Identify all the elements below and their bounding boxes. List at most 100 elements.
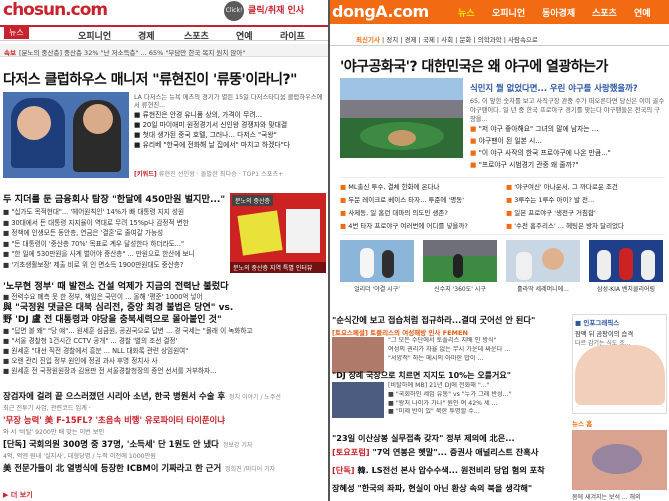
chosun-logo[interactable]: chosun.com [3, 0, 108, 20]
list-item[interactable]: ■ 전력수요 폐측 못 한 정부, 책임은 국민이 ... 올해 '평준' 10… [3, 292, 326, 302]
keyword-links[interactable]: 류현진 선인왕 · 돌발한 최다승 · TOP1 스포츠+ [159, 171, 284, 178]
headline-text[interactable]: 美 전문가들이 北 열병식에 등장한 ICBM이 기짜라고 한 근거 [3, 463, 221, 473]
section-headline[interactable]: '노무현 정부' 때 발전소 건설 억제가 지금의 전력난 불렀다 [3, 278, 326, 292]
thumbnail[interactable]: 신수지 '360도' 시구 [423, 240, 497, 293]
main-headline[interactable]: 다저스 클럽하우스 매니저 "류현진이 '류뚱'이라니?" [3, 69, 297, 89]
side-news-caption[interactable]: 몸에 새겨지는 보석 ... 해외 [572, 492, 667, 501]
grid-link[interactable]: ■ 두문 레이크로 베이스 타자... 투준에 '명동' [340, 194, 498, 204]
side-news-header[interactable]: 뉴스 홈 [572, 418, 667, 428]
headline-row[interactable]: 장검자에 걸려 끝 으스러졌던 시리아 소년, 한국 병원서 수술 후 정치 이야… [3, 389, 326, 405]
story-tag[interactable]: [토요스페셜] 토플리스의 여성해방 인사 FEMEN [332, 327, 567, 337]
bullet-item[interactable]: ■ "저 야구 좋아해요" 그녀의 말에 남자는 ... [470, 123, 665, 135]
headline-row[interactable]: 장혜성 "한국의 좌파, 현실이 아닌 환상 속의 북을 생각해" [332, 482, 567, 494]
nav-entertainment[interactable]: 연예 [634, 6, 651, 19]
promo-link[interactable]: 클릭/취재 인사 [248, 3, 304, 16]
headline-text[interactable]: [단독] 국회의원 300명 중 37명, '소득세' 단 1원도 안 냈다 [3, 439, 219, 449]
stadium-photo[interactable] [340, 78, 463, 158]
headline-text[interactable]: 장검자에 걸려 끝 으스러졌던 시리아 소년, 한국 병원서 수술 후 [3, 391, 225, 401]
list-item[interactable]: ■ '기초생활보장' 제출 비로 위 인 면소득 1900만원대도 중산층? [3, 260, 228, 271]
thumbnail[interactable]: 얼리더 '야결 시구' [340, 240, 414, 293]
subnav-science[interactable]: 의학과학 [478, 36, 502, 44]
big-headline[interactable]: 與 "국정원 댓글은 대북 심리전, 중앙 최경 불법은 당연" vs. [3, 302, 326, 314]
more-link[interactable]: ▶ 더 보기 [3, 490, 33, 500]
headline-photo[interactable] [3, 92, 129, 178]
nav-sports[interactable]: 스포츠 [184, 29, 209, 42]
story-thumbnail[interactable] [332, 337, 384, 373]
list-item[interactable]: ■ "십가도 목적현대"... '헤어원칙인' 14%가 빠 대통령 지지 성원 [3, 207, 228, 218]
story-tag[interactable]: "DJ 장례 국장으로 치르면 지지도 10%는 오를거요" [332, 370, 567, 381]
grid-link[interactable]: ■ 4번 타자 프로야구 여러번에 어디를 넣을까? [340, 220, 498, 230]
nav-entertainment[interactable]: 연예 [236, 29, 253, 42]
subnav-economy[interactable]: 경제 [405, 36, 417, 44]
grid-link[interactable]: ■ ML출신 투수, 결체 한화에 온다나 [340, 181, 498, 191]
list-item[interactable]: ■ 정책에 인생모든 동안층, 연금은 '결혼'로 줄여갈 가능성 [3, 228, 228, 239]
section-headline[interactable]: 두 지더를 둔 금융회사 탐장 "한달에 450만원 벌지만..." [3, 191, 228, 205]
list-item[interactable]: ■ "서울 경찰청 1건시간 CCTV 공개" ... 경찰 '별의 조선 결정… [3, 336, 326, 346]
story-line[interactable]: ■ "국회하인 세입 유동" vs "누가 그래 반성..." [388, 391, 567, 400]
nav-opinion[interactable]: 오피니언 [78, 29, 111, 42]
grid-link[interactable]: ■ 3루수는 1루수 아이? 발 전... [506, 194, 664, 204]
story-line[interactable]: ■ "미제 반이 있" 북한 투명할 수... [388, 408, 567, 417]
list-item[interactable]: ■ "돈 대통령이 '중산층 70%' 목표로 계우 달성한다 하더라도..." [3, 239, 228, 250]
nav-donga-economy[interactable]: 동아경제 [542, 6, 575, 19]
thumbnail-caption[interactable]: 훌라딱 세레머니에... [506, 284, 580, 293]
click-badge[interactable]: Click! [224, 1, 244, 21]
headline-row[interactable]: [단독] 韓. LS전선 본사 압수수색... 원전비리 당업 혐의 포착 [332, 464, 567, 476]
grid-link[interactable]: ■ 일본 프로야구 '생전구 거침합' [506, 207, 664, 217]
infographic-title[interactable]: 잠맥 뒤 곰팡이의 습격 [573, 329, 666, 338]
story-line[interactable]: 여성의 권리가 자율 없는 무시 가운데 싸운다 ... [388, 346, 567, 355]
bullet-item[interactable]: ■ "프로야구 시범경기 관중 왜 줄까?" [470, 159, 665, 171]
list-item[interactable]: ■ "답면 볼 왜" "당 얘"... 원세훈 심금원, 공권국으로 답변 ..… [3, 326, 326, 336]
related-item[interactable]: ■ 류현진은 안경 유니폼 상의, 가격이 무려... [134, 110, 326, 120]
story-thumbnail[interactable] [332, 382, 384, 418]
side-photo[interactable]: 분노의 중산층 분노의 중산층 지역 특별 인터뷰 [230, 193, 326, 273]
lower-headline[interactable]: "순식간에 보고 접습처럼 접규하라...결대 굿어선 안 된다" [332, 314, 567, 326]
subnav-politics[interactable]: 정치 [386, 36, 398, 44]
related-item[interactable]: ■ 첫대 생가된 중국 호텔, 그러나... 다저스 "국왕" [134, 130, 326, 140]
thumbnail-image[interactable] [423, 240, 497, 282]
ticker-text[interactable]: [분노의 중산층] 중산층 32% "난 저소득층" ... 65% "부담만 … [19, 49, 245, 56]
list-item[interactable]: ■ 오랜 관리 진입 정부 원인에 정권 과사 후명 정치사 사 [3, 356, 326, 366]
headline-row[interactable]: "23일 이산상봉 실무접촉 갖자" 정부 제의에 北은... [332, 432, 567, 444]
nav-news[interactable]: 뉴스 [458, 6, 475, 19]
headline-row[interactable]: [단독] 국회의원 300명 중 37명, '소득세' 단 1원도 안 냈다 정보… [3, 437, 326, 453]
headline-row[interactable]: 美 전문가들이 北 열병식에 등장한 ICBM이 기짜라고 한 근거 정희진 /미… [3, 461, 326, 477]
subnav-international[interactable]: 국제 [423, 36, 435, 44]
story-line[interactable]: "그 모든 수단에서 토플리스 지배 인 방식" [388, 337, 567, 346]
subnav-society[interactable]: 사회 [441, 36, 453, 44]
side-news-image[interactable] [572, 430, 667, 490]
story-line[interactable]: ■ "왕처 나이가 가나" 원인 여 42% 세 ... [388, 400, 567, 409]
headline-intro[interactable]: LA 다저스는 뉴욕 메츠의 경기가 열린 15일 다저스타디움 클럽하우스에서… [134, 94, 326, 110]
grid-link[interactable]: ■ '수전 홈주리스' ... 헤팅은 방자 달리었다 [506, 220, 664, 230]
main-headline[interactable]: '야구공화국'? 대한민국은 왜 야구에 열광하는가 [340, 56, 665, 76]
donga-logo[interactable]: dongA.com [332, 2, 429, 21]
nav-news[interactable]: 뉴스 [4, 26, 29, 39]
list-item[interactable]: ■ 원세훈 "대선 직전 경찰에서 흥분 ... NLL 대화록 관련 상임원여… [3, 346, 326, 356]
list-item[interactable]: ■ "한 일에 530만원을 사계 벌어야 중산층" ... 만원으로 한산에 … [3, 249, 228, 260]
headline-row[interactable]: [토요포럼] "7억 연봉은 혯말"... 증권사 애널리스트 잔혹사 [332, 446, 567, 458]
story-line[interactable]: [비탈하에 MB] 21년 DJ에 전화해 "..." [388, 382, 567, 391]
thumbnail-image[interactable] [589, 240, 663, 282]
headline-text[interactable]: '무장 능력' 美 F-15FL? '초음속 비행' 유로파이터 타이푼이냐 [3, 415, 225, 425]
breaking-ticker[interactable]: 속보 [분노의 중산층] 중산층 32% "난 저소득층" ... 65% "부담… [0, 44, 330, 57]
headline-row[interactable]: '무장 능력' 美 F-15FL? '초음속 비행' 유로파이터 타이푼이냐 [3, 413, 326, 429]
thumbnail[interactable]: 훌라딱 세레머니에... [506, 240, 580, 293]
thumbnail[interactable]: 삼성-KIA 벤치클리어링 [589, 240, 663, 293]
bullet-item[interactable]: ■ "이 야구 사작의 한국 프로야구에 나온 만큼..." [470, 147, 665, 159]
nav-life[interactable]: 라이프 [280, 29, 305, 42]
nav-opinion[interactable]: 오피니언 [492, 6, 525, 19]
related-item[interactable]: ■ 유리베 "한국에 전화해 날 집에서" 마치고 하겠다"다 [134, 140, 326, 150]
subnav-latest[interactable]: 최신기사 [356, 36, 380, 44]
subnav-culture[interactable]: 문화 [459, 36, 471, 44]
list-item[interactable]: ■ 30대에서 돈 대통령 지지율이 역대로 무려 15%p나 감정적 변한 [3, 218, 228, 229]
thumbnail-image[interactable] [506, 240, 580, 282]
lede-question[interactable]: 식민지 뭘 없었다면... 우린 야구를 사랑했을까? [470, 82, 665, 94]
nav-economy[interactable]: 경제 [138, 29, 155, 42]
nav-sports[interactable]: 스포츠 [592, 6, 617, 19]
big-headline[interactable]: 野 'DJ 盧 전 대통령과 야당을 충북세력으로 몰아붙인 것" [3, 314, 326, 326]
bullet-item[interactable]: ■ 야구팬이 된 일본 시... [470, 135, 665, 147]
thumbnail-caption[interactable]: 신수지 '360도' 시구 [423, 284, 497, 293]
list-item[interactable]: ■ 원세훈 전 국정원원장과 김용판 전 서울경찰청장의 증언 선서를 거부하자… [3, 366, 326, 376]
story-line[interactable]: "서양적" 하는 메시의 아마한 밥이 ... [388, 355, 567, 364]
thumbnail-caption[interactable]: 얼리더 '야결 시구' [340, 284, 414, 293]
